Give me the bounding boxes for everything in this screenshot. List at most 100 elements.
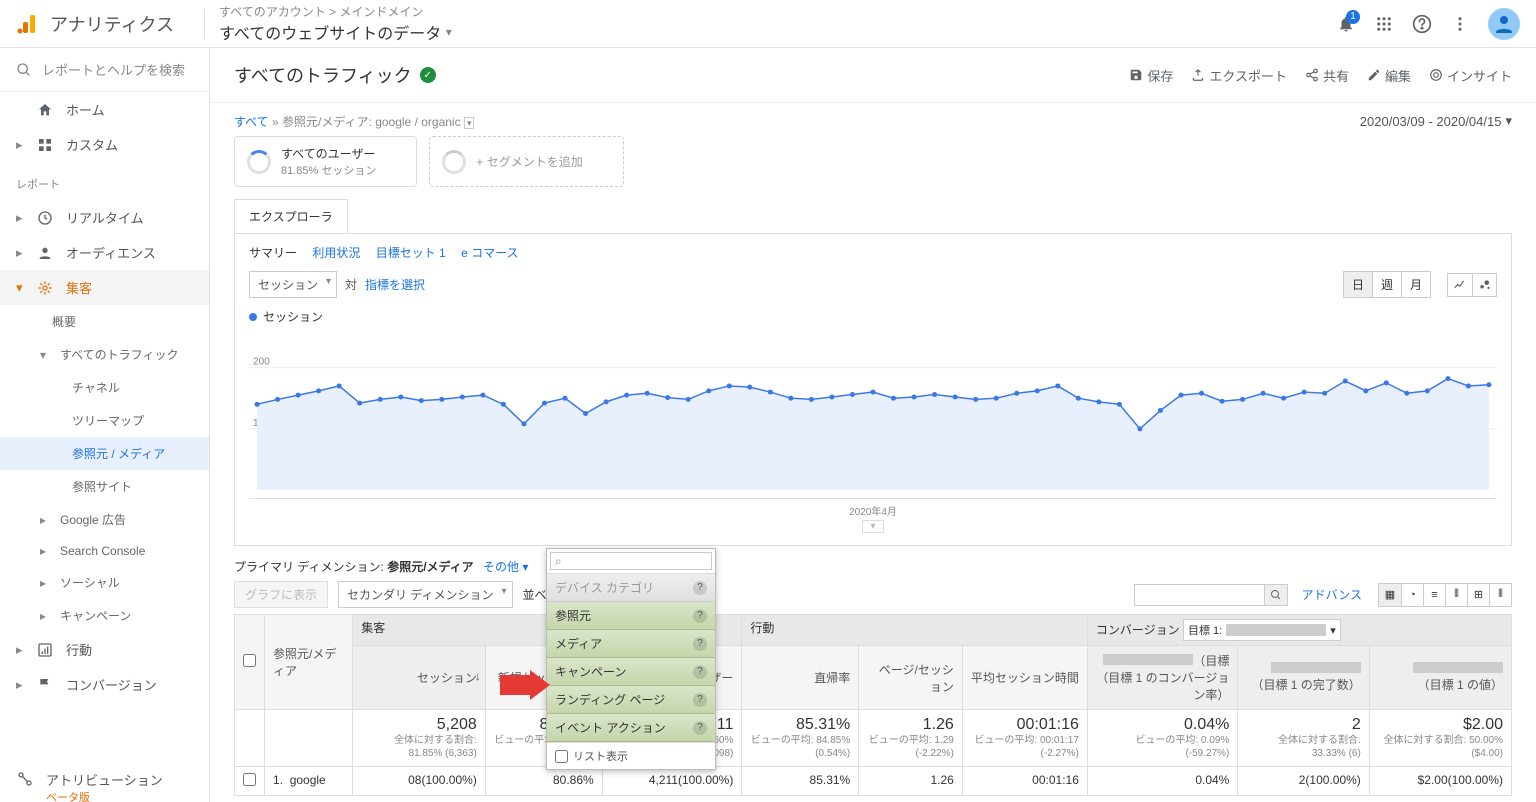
account-path: すべてのアカウント > メインドメイン: [219, 3, 452, 20]
tab-explorer[interactable]: エクスプローラ: [234, 199, 348, 233]
search-input[interactable]: レポートとヘルプを検索: [0, 48, 209, 92]
subtab-usage[interactable]: 利用状況: [312, 246, 360, 260]
select-all[interactable]: [243, 654, 256, 667]
nav-source-medium[interactable]: 参照元 / メディア: [0, 437, 209, 470]
export-button[interactable]: エクスポート: [1191, 66, 1287, 85]
search-icon: [1270, 589, 1282, 601]
save-button[interactable]: 保存: [1129, 66, 1173, 85]
nav-acquisition[interactable]: ▾集客: [0, 270, 209, 305]
table-row[interactable]: 1. google 08(100.00%) 80.86% 4,211(100.0…: [235, 767, 1512, 796]
metric2-select[interactable]: 指標を選択: [365, 276, 425, 293]
col-gcomp[interactable]: （目標 1 の完了数）: [1238, 646, 1369, 710]
chart-expand-handle[interactable]: ▾: [862, 520, 884, 533]
advanced-link[interactable]: アドバンス: [1302, 586, 1362, 603]
nav-acq-overview[interactable]: 概要: [0, 305, 209, 338]
breadcrumb: すべて » 参照元/メディア: google / organic ▾: [234, 113, 1512, 130]
nav-realtime[interactable]: ▸リアルタイム: [0, 200, 209, 235]
edit-button[interactable]: 編集: [1367, 66, 1411, 85]
more-icon[interactable]: [1450, 14, 1470, 34]
nav-attribution[interactable]: アトリビューションベータ版: [0, 762, 209, 802]
view-compare-icon[interactable]: ⫴: [1445, 584, 1467, 606]
subtab-goals[interactable]: 目標セット 1: [376, 246, 446, 260]
col-gcr[interactable]: （目標（目標 1 のコンバージョン率）: [1087, 646, 1237, 710]
table-search-button[interactable]: [1264, 584, 1288, 606]
person-icon: [36, 244, 54, 262]
period-week[interactable]: 週: [1372, 272, 1401, 297]
subtab-summary[interactable]: サマリー: [249, 246, 297, 260]
nav-audience[interactable]: ▸オーディエンス: [0, 235, 209, 270]
secondary-dimension[interactable]: セカンダリ ディメンション: [338, 581, 513, 608]
crumb-all[interactable]: すべて: [234, 115, 269, 129]
col-avgdur[interactable]: 平均セッション時間: [962, 646, 1087, 710]
acquisition-icon: [36, 279, 54, 297]
nav-treemap[interactable]: ツリーマップ: [0, 404, 209, 437]
nav-gads[interactable]: ▸Google 広告: [0, 503, 209, 536]
subtab-ecom[interactable]: e コマース: [461, 246, 518, 260]
edit-icon: [1367, 68, 1381, 82]
motion-chart-icon[interactable]: [1472, 274, 1496, 296]
sd-item[interactable]: メディア?: [547, 630, 715, 658]
notifications-icon[interactable]: 1: [1336, 14, 1356, 34]
data-table: 参照元/メディア 集客 行動 コンバージョン 目標 1: ▾ セッション 新規セ…: [234, 614, 1512, 796]
nav-behavior[interactable]: ▸行動: [0, 632, 209, 667]
flag-icon: [36, 676, 54, 694]
col-dimension[interactable]: 参照元/メディア: [265, 615, 353, 710]
sd-search-input[interactable]: [550, 552, 712, 570]
metric-select[interactable]: セッション: [249, 271, 337, 298]
account-picker[interactable]: すべてのアカウント > メインドメイン すべてのウェブサイトのデータ ▾: [219, 3, 452, 44]
nav-home[interactable]: ホーム: [0, 92, 209, 127]
chart-mode: [1447, 273, 1497, 297]
nav-ref-site[interactable]: 参照サイト: [0, 470, 209, 503]
ga-logo-icon: [16, 12, 40, 36]
group-beh: 行動: [742, 615, 1088, 646]
nav-custom[interactable]: ▸カスタム: [0, 127, 209, 162]
period-month[interactable]: 月: [1401, 272, 1430, 297]
col-pps[interactable]: ページ/セッション: [859, 646, 963, 710]
chart[interactable]: 100200: [249, 329, 1497, 499]
nav-campaigns[interactable]: ▸キャンペーン: [0, 599, 209, 632]
view-pct-icon[interactable]: ◔: [1401, 584, 1423, 606]
sd-item[interactable]: ランディング ページ?: [547, 686, 715, 714]
line-chart-icon[interactable]: [1448, 274, 1472, 296]
view-table-icon[interactable]: ▦: [1379, 584, 1401, 606]
help-icon[interactable]: [1412, 14, 1432, 34]
spinner-icon: [442, 150, 466, 174]
sd-item[interactable]: デバイス カテゴリ?: [547, 574, 715, 602]
primdim-other[interactable]: その他 ▾: [483, 560, 528, 574]
date-range[interactable]: 2020/03/09 - 2020/04/15 ▾: [1360, 113, 1512, 129]
share-button[interactable]: 共有: [1305, 66, 1349, 85]
nav-alltraffic[interactable]: ▾すべてのトラフィック: [0, 338, 209, 371]
nav-conv[interactable]: ▸コンバージョン: [0, 667, 209, 702]
view-cloud-icon[interactable]: ⦀: [1489, 584, 1511, 606]
main-content: すべてのトラフィック✓ 保存 エクスポート 共有 編集 インサイト 2020/0…: [210, 48, 1536, 802]
table-search-input[interactable]: [1134, 584, 1264, 606]
sd-item[interactable]: キャンペーン?: [547, 658, 715, 686]
add-segment[interactable]: + セグメントを追加: [429, 136, 623, 187]
segment-all-users[interactable]: すべてのユーザー81.85% セッション: [234, 136, 417, 187]
view-pivot-icon[interactable]: ⊞: [1467, 584, 1489, 606]
nav-social[interactable]: ▸ソーシャル: [0, 566, 209, 599]
col-gval[interactable]: （目標 1 の値）: [1369, 646, 1511, 710]
nav-section-reports: レポート: [0, 162, 209, 200]
sd-list-view-checkbox[interactable]: [555, 750, 568, 763]
period-day[interactable]: 日: [1344, 272, 1372, 297]
secondary-dimension-dropdown: デバイス カテゴリ?参照元?メディア?キャンペーン?ランディング ページ?イベン…: [546, 548, 716, 770]
goal-select[interactable]: 目標 1: ▾: [1183, 619, 1341, 641]
app-title: アナリティクス: [50, 11, 174, 37]
sd-item[interactable]: 参照元?: [547, 602, 715, 630]
row-checkbox[interactable]: [243, 773, 256, 786]
insight-button[interactable]: インサイト: [1429, 66, 1512, 85]
sd-item[interactable]: イベント アクション?: [547, 714, 715, 742]
apps-icon[interactable]: [1374, 14, 1394, 34]
view-perf-icon[interactable]: ≡: [1423, 584, 1445, 606]
col-sessions[interactable]: セッション: [353, 646, 486, 710]
home-icon: [36, 101, 54, 119]
search-icon: [16, 62, 32, 78]
custom-icon: [36, 136, 54, 154]
nav-sc[interactable]: ▸Search Console: [0, 536, 209, 566]
clock-icon: [36, 209, 54, 227]
nav-channel[interactable]: チャネル: [0, 371, 209, 404]
col-bounce[interactable]: 直帰率: [742, 646, 859, 710]
avatar[interactable]: [1488, 8, 1520, 40]
chart-legend: セッション: [249, 308, 1497, 325]
